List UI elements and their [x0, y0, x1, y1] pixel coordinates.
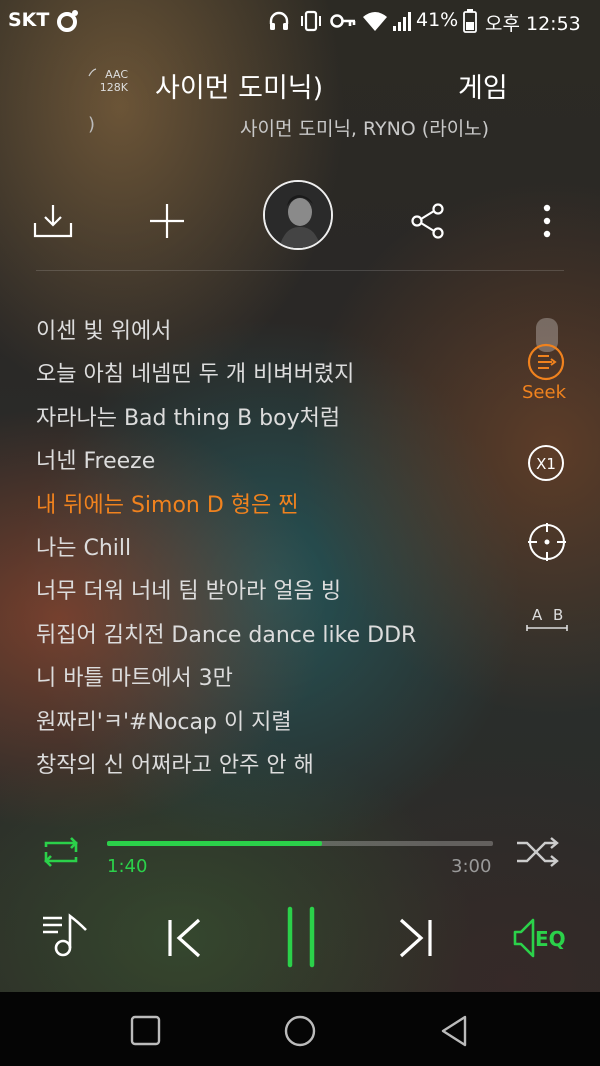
share-icon — [411, 203, 444, 239]
next-button[interactable] — [395, 916, 435, 960]
artist-avatar[interactable] — [263, 180, 333, 250]
ab-repeat-icon[interactable] — [526, 624, 568, 632]
headphones-icon — [269, 11, 289, 30]
lyric-line[interactable]: 너무 더워 너네 팀 받아라 얼음 빙 — [36, 575, 506, 618]
more-options-button[interactable] — [514, 186, 580, 256]
notification-icon — [57, 10, 78, 32]
equalizer-icon: EQ — [513, 918, 566, 958]
carrier-label: SKT — [8, 9, 50, 31]
battery-percent: 41% — [416, 9, 459, 31]
song-title[interactable]: 사이먼 도미닉) — [155, 66, 323, 105]
lyric-line[interactable]: 나는 Chill — [36, 532, 506, 575]
share-button[interactable] — [395, 186, 461, 256]
home-button[interactable] — [283, 1014, 317, 1048]
wave-icon — [88, 68, 97, 77]
divider — [36, 270, 564, 271]
speed-button[interactable]: X1 — [527, 444, 565, 482]
lyric-line[interactable]: 뒤집어 김치전 Dance dance like DDR — [36, 619, 506, 662]
total-time: 3:00 — [451, 856, 492, 877]
lyric-line[interactable]: 자라나는 Bad thing B boy처럼 — [36, 402, 506, 445]
current-time: 1:40 — [107, 856, 148, 877]
locate-lyric-button[interactable] — [527, 522, 567, 562]
crosshair-icon — [528, 523, 566, 561]
battery-icon — [463, 9, 477, 33]
speed-label: X1 — [536, 455, 556, 473]
artist-photo — [265, 182, 331, 248]
equalizer-button[interactable]: EQ — [511, 916, 569, 960]
repeat-button[interactable] — [38, 835, 84, 869]
back-button[interactable] — [437, 1014, 471, 1048]
song-title-next[interactable]: 게임 — [458, 66, 508, 105]
playlist-button[interactable] — [40, 912, 90, 960]
audio-quality-badge: AAC 128K — [88, 68, 128, 100]
repeat-icon — [44, 837, 78, 867]
playlist-icon — [43, 913, 87, 957]
lyric-line[interactable]: 창작의 신 어쩌라고 안주 안 해 — [36, 749, 506, 792]
lyric-line-current[interactable]: 내 뒤에는 Simon D 형은 찐 — [36, 489, 506, 532]
more-icon — [543, 204, 551, 238]
artist-name[interactable]: 사이먼 도미닉, RYNO (라이노) — [240, 114, 489, 141]
speed-icon: X1 — [528, 445, 564, 481]
shuffle-button[interactable] — [514, 835, 562, 869]
progress-fill — [107, 841, 322, 846]
system-nav-bar — [0, 992, 600, 1066]
ab-repeat-label[interactable]: A B — [532, 606, 566, 624]
skip-previous-icon — [168, 918, 201, 958]
lyrics-panel[interactable]: 이센 빛 위에서 오늘 아침 네넴띤 두 개 비벼버렸지 자라나는 Bad th… — [36, 315, 506, 792]
download-button[interactable] — [20, 186, 86, 256]
lyric-line[interactable]: 이센 빛 위에서 — [36, 315, 506, 358]
lyric-line[interactable]: 원짜리'ㅋ'#Nocap 이 지렬 — [36, 706, 506, 749]
svg-text:EQ: EQ — [535, 927, 566, 951]
progress-bar[interactable] — [107, 841, 493, 846]
lyric-line[interactable]: 니 바틀 마트에서 3만 — [36, 662, 506, 705]
bitrate: 128K — [99, 81, 128, 94]
seek-label[interactable]: Seek — [522, 382, 566, 403]
add-button[interactable] — [134, 186, 200, 256]
wifi-icon — [363, 12, 387, 31]
lyric-line[interactable]: 오늘 아침 네넴띤 두 개 비벼버렸지 — [36, 358, 506, 401]
lyric-line[interactable]: 너넨 Freeze — [36, 445, 506, 488]
add-icon — [150, 204, 184, 238]
download-icon — [33, 205, 73, 238]
seek-icon — [527, 343, 565, 381]
pause-icon — [287, 906, 315, 968]
clock: 오후 12:53 — [485, 13, 581, 35]
shuffle-icon — [517, 837, 559, 867]
seek-button[interactable] — [527, 343, 565, 381]
pause-button[interactable] — [284, 906, 318, 968]
vibrate-icon — [301, 10, 321, 32]
recent-apps-button[interactable] — [130, 1015, 162, 1047]
artist-fragment: ) — [88, 114, 96, 135]
skip-next-icon — [399, 918, 432, 958]
previous-button[interactable] — [165, 916, 205, 960]
signal-icon — [393, 12, 411, 31]
status-bar: SKT 41% 오후 12:53 — [0, 0, 600, 42]
key-icon — [330, 14, 356, 28]
